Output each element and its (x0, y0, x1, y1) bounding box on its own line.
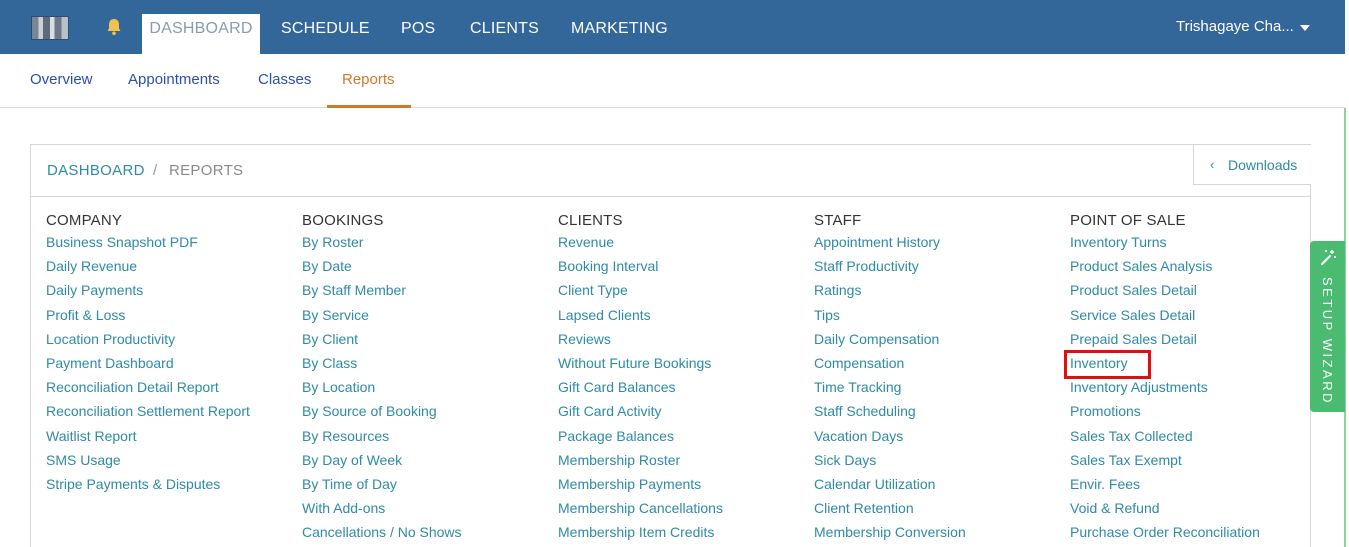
report-column-clients: CLIENTS Revenue Booking Interval Client Ty… (558, 212, 723, 547)
nav-clients[interactable]: CLIENTS (459, 14, 550, 54)
report-link[interactable]: By Roster (302, 234, 462, 258)
report-link[interactable]: Appointment History (814, 234, 966, 258)
column-heading: COMPANY (46, 212, 123, 229)
panel-header: DASHBOARD / REPORTS ‹ Downloads (31, 145, 1311, 197)
report-link[interactable]: Purchase Order Reconciliation (1070, 524, 1260, 547)
inventory-highlight-box (1064, 350, 1151, 379)
setup-wizard-label: SETUP WIZARD (1320, 277, 1335, 405)
downloads-button[interactable]: ‹ Downloads (1193, 145, 1311, 185)
report-link[interactable]: Product Sales Detail (1070, 282, 1260, 306)
report-link[interactable]: Inventory Adjustments (1070, 379, 1260, 403)
report-link[interactable]: Without Future Bookings (558, 355, 723, 379)
report-link[interactable]: Time Tracking (814, 379, 966, 403)
business-logo[interactable] (31, 16, 69, 40)
top-nav-bar: DASHBOARD SCHEDULE POS CLIENTS MARKETING… (0, 0, 1345, 54)
bell-icon[interactable] (104, 17, 124, 37)
report-link[interactable]: Product Sales Analysis (1070, 258, 1260, 282)
report-link[interactable]: Reconciliation Detail Report (46, 379, 250, 403)
report-link[interactable]: Membership Conversion (814, 524, 966, 547)
report-link[interactable]: Revenue (558, 234, 723, 258)
report-link[interactable]: Cancellations / No Shows (302, 524, 462, 547)
report-link[interactable]: Gift Card Balances (558, 379, 723, 403)
report-link[interactable]: Vacation Days (814, 428, 966, 452)
column-heading: BOOKINGS (302, 212, 384, 229)
report-link[interactable]: Reconciliation Settlement Report (46, 403, 250, 427)
tab-classes[interactable]: Classes (258, 71, 311, 88)
report-link[interactable]: Envir. Fees (1070, 476, 1260, 500)
report-link[interactable]: By Staff Member (302, 282, 462, 306)
report-link[interactable]: Membership Cancellations (558, 500, 723, 524)
report-link[interactable]: By Day of Week (302, 452, 462, 476)
chevron-left-icon: ‹ (1210, 157, 1215, 172)
report-link[interactable]: Gift Card Activity (558, 403, 723, 427)
report-link[interactable]: Package Balances (558, 428, 723, 452)
report-link[interactable]: Lapsed Clients (558, 307, 723, 331)
report-link[interactable]: Service Sales Detail (1070, 307, 1260, 331)
report-link[interactable]: Stripe Payments & Disputes (46, 476, 250, 500)
report-link[interactable]: Location Productivity (46, 331, 250, 355)
report-link[interactable]: Daily Compensation (814, 331, 966, 355)
report-link[interactable]: Daily Revenue (46, 258, 250, 282)
report-link[interactable]: By Location (302, 379, 462, 403)
report-link[interactable]: By Class (302, 355, 462, 379)
report-link[interactable]: Membership Payments (558, 476, 723, 500)
report-link[interactable]: Reviews (558, 331, 723, 355)
report-link[interactable]: By Service (302, 307, 462, 331)
report-link[interactable]: Sales Tax Collected (1070, 428, 1260, 452)
report-link[interactable]: Staff Scheduling (814, 403, 966, 427)
report-link[interactable]: Sales Tax Exempt (1070, 452, 1260, 476)
report-link[interactable]: By Client (302, 331, 462, 355)
column-heading: STAFF (814, 212, 862, 229)
report-link[interactable]: Membership Item Credits (558, 524, 723, 547)
report-link[interactable]: Client Retention (814, 500, 966, 524)
report-link[interactable]: By Resources (302, 428, 462, 452)
breadcrumb-separator: / (153, 162, 158, 179)
report-column-staff: STAFF Appointment History Staff Productiv… (814, 212, 966, 547)
report-link[interactable]: Profit & Loss (46, 307, 250, 331)
report-link[interactable]: Sick Days (814, 452, 966, 476)
user-menu[interactable]: Trishagaye Cha... (1176, 18, 1294, 35)
setup-wizard-tab[interactable]: SETUP WIZARD (1310, 241, 1345, 412)
magic-wand-icon (1321, 250, 1336, 265)
report-column-bookings: BOOKINGS By Roster By Date By Staff Member… (302, 212, 462, 547)
downloads-label: Downloads (1228, 157, 1298, 173)
report-link[interactable]: Promotions (1070, 403, 1260, 427)
nav-dashboard[interactable]: DASHBOARD (142, 14, 260, 54)
column-heading: CLIENTS (558, 212, 623, 229)
tab-appointments[interactable]: Appointments (128, 71, 220, 88)
nav-pos[interactable]: POS (390, 14, 446, 54)
report-link[interactable]: By Time of Day (302, 476, 462, 500)
report-link[interactable]: By Source of Booking (302, 403, 462, 427)
column-heading: POINT OF SALE (1070, 212, 1186, 229)
tab-reports[interactable]: Reports (342, 71, 395, 88)
report-link[interactable]: Void & Refund (1070, 500, 1260, 524)
report-column-company: COMPANY Business Snapshot PDF Daily Reven… (46, 212, 250, 500)
report-link[interactable]: Inventory Turns (1070, 234, 1260, 258)
report-link[interactable]: Client Type (558, 282, 723, 306)
report-link[interactable]: SMS Usage (46, 452, 250, 476)
breadcrumb-current: REPORTS (169, 162, 244, 179)
report-link[interactable]: Payment Dashboard (46, 355, 250, 379)
caret-down-icon[interactable] (1300, 25, 1310, 31)
report-link[interactable]: Ratings (814, 282, 966, 306)
report-link[interactable]: Calendar Utilization (814, 476, 966, 500)
report-link[interactable]: Membership Roster (558, 452, 723, 476)
report-column-point-of-sale: POINT OF SALE Inventory Turns Product Sal… (1070, 212, 1260, 547)
report-link[interactable]: Booking Interval (558, 258, 723, 282)
sub-nav: Overview Appointments Classes Reports (0, 54, 1345, 108)
report-link[interactable]: Business Snapshot PDF (46, 234, 250, 258)
nav-marketing[interactable]: MARKETING (560, 14, 679, 54)
breadcrumb-dashboard[interactable]: DASHBOARD (47, 162, 145, 179)
report-link[interactable]: By Date (302, 258, 462, 282)
report-link[interactable]: Staff Productivity (814, 258, 966, 282)
report-link[interactable]: Daily Payments (46, 282, 250, 306)
report-link[interactable]: Waitlist Report (46, 428, 250, 452)
report-link[interactable]: Compensation (814, 355, 966, 379)
nav-schedule[interactable]: SCHEDULE (270, 14, 381, 54)
report-link[interactable]: With Add-ons (302, 500, 462, 524)
active-tab-underline (327, 105, 411, 108)
tab-overview[interactable]: Overview (30, 71, 93, 88)
report-link[interactable]: Tips (814, 307, 966, 331)
